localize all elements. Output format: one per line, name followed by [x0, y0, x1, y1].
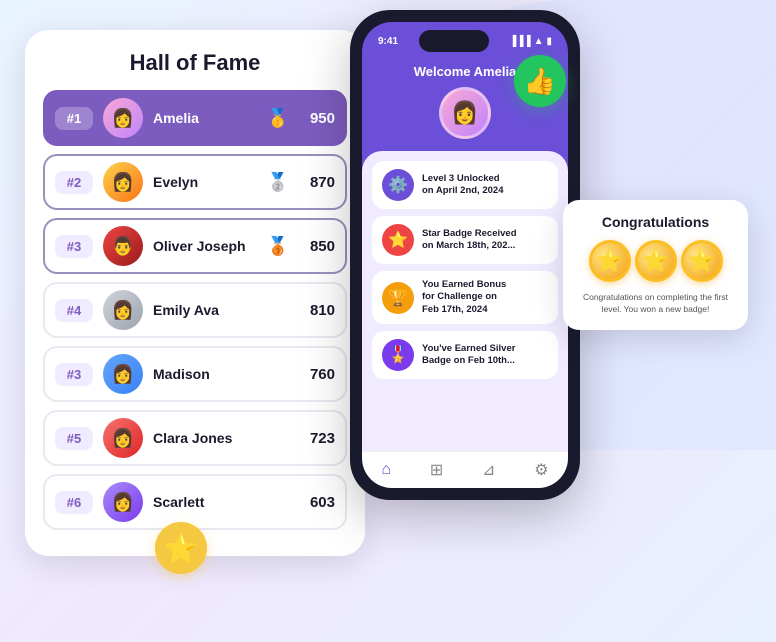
- activity-feed: ⚙️ Level 3 Unlockedon April 2nd, 2024 ⭐ …: [362, 151, 568, 451]
- hof-title: Hall of Fame: [43, 50, 347, 76]
- phone-time: 9:41: [378, 36, 398, 47]
- rank-badge: #4: [55, 299, 93, 322]
- rank-badge: #2: [55, 171, 93, 194]
- player-name: Clara Jones: [153, 430, 289, 446]
- silver-icon: 🎖️: [382, 339, 414, 371]
- rank-badge: #6: [55, 491, 93, 514]
- table-row[interactable]: #4 👩 Emily Ava 810: [43, 282, 347, 338]
- player-name: Scarlett: [153, 494, 289, 510]
- list-item[interactable]: 🏆 You Earned Bonusfor Challenge onFeb 17…: [372, 271, 558, 324]
- phone-notch: [419, 30, 489, 52]
- bonus-icon: 🏆: [382, 282, 414, 314]
- congrats-stars: ⭐ ⭐ ⭐: [575, 240, 736, 282]
- rank-badge: #3: [55, 363, 93, 386]
- signal-icon: ▐▐▐: [509, 36, 530, 47]
- feed-text: Star Badge Receivedon March 18th, 202...: [422, 228, 517, 253]
- player-score: 603: [299, 494, 335, 511]
- star-coin-1: ⭐: [589, 240, 631, 282]
- avatar: 👩: [103, 354, 143, 394]
- wifi-icon: ▲: [534, 36, 544, 47]
- congrats-title: Congratulations: [575, 214, 736, 230]
- player-name: Oliver Joseph: [153, 238, 257, 254]
- player-name: Amelia: [153, 110, 257, 126]
- congratulations-popup: Congratulations ⭐ ⭐ ⭐ Congratulations on…: [563, 200, 748, 330]
- player-score: 850: [299, 238, 335, 255]
- badge-icon: ⭐: [382, 224, 414, 256]
- list-item[interactable]: 🎖️ You've Earned SilverBadge on Feb 10th…: [372, 331, 558, 379]
- phone-status-icons: ▐▐▐ ▲ ▮: [509, 36, 552, 47]
- player-score: 870: [299, 174, 335, 191]
- status-bar: 9:41 ▐▐▐ ▲ ▮: [362, 22, 568, 56]
- star-coin-2: ⭐: [635, 240, 677, 282]
- settings-icon[interactable]: ⚙: [534, 460, 548, 480]
- player-score: 810: [299, 302, 335, 319]
- table-row[interactable]: #1 👩 Amelia 🥇 950: [43, 90, 347, 146]
- rank-badge: #1: [55, 107, 93, 130]
- rank-badge: #3: [55, 235, 93, 258]
- avatar: 👨: [103, 226, 143, 266]
- feed-text: You've Earned SilverBadge on Feb 10th...: [422, 343, 515, 368]
- avatar: 👩: [103, 482, 143, 522]
- table-row[interactable]: #6 👩 Scarlett 603: [43, 474, 347, 530]
- level-icon: ⚙️: [382, 169, 414, 201]
- hall-of-fame-card: Hall of Fame #1 👩 Amelia 🥇 950 #2 👩 Evel…: [25, 30, 365, 556]
- list-item[interactable]: ⭐ Star Badge Receivedon March 18th, 202.…: [372, 216, 558, 264]
- feed-text: You Earned Bonusfor Challenge onFeb 17th…: [422, 279, 506, 316]
- medal-icon: 🥉: [267, 236, 289, 257]
- table-row[interactable]: #3 👩 Madison 760: [43, 346, 347, 402]
- star-coin-3: ⭐: [681, 240, 723, 282]
- leaderboard-icon[interactable]: ⊿: [482, 460, 495, 480]
- player-score: 950: [299, 110, 335, 127]
- feed-text: Level 3 Unlockedon April 2nd, 2024: [422, 173, 503, 198]
- player-name: Madison: [153, 366, 289, 382]
- avatar: 👩: [103, 162, 143, 202]
- player-score: 760: [299, 366, 335, 383]
- table-row[interactable]: #3 👨 Oliver Joseph 🥉 850: [43, 218, 347, 274]
- list-item[interactable]: ⚙️ Level 3 Unlockedon April 2nd, 2024: [372, 161, 558, 209]
- avatar: 👩: [103, 290, 143, 330]
- medal-icon: 🥇: [267, 108, 289, 129]
- star-decoration: ⭐: [155, 522, 207, 574]
- table-row[interactable]: #2 👩 Evelyn 🥈 870: [43, 154, 347, 210]
- battery-icon: ▮: [546, 36, 552, 47]
- player-score: 723: [299, 430, 335, 447]
- medal-icon: 🥈: [267, 172, 289, 193]
- bottom-nav: ⌂ ⊞ ⊿ ⚙: [362, 451, 568, 488]
- thumbs-up-decoration: 👍: [514, 55, 566, 107]
- player-name: Evelyn: [153, 174, 257, 190]
- user-avatar: 👩: [439, 87, 491, 139]
- congrats-text: Congratulations on completing the first …: [575, 292, 736, 316]
- avatar: 👩: [103, 418, 143, 458]
- activity-icon[interactable]: ⊞: [430, 460, 443, 480]
- table-row[interactable]: #5 👩 Clara Jones 723: [43, 410, 347, 466]
- player-name: Emily Ava: [153, 302, 289, 318]
- home-icon[interactable]: ⌂: [381, 461, 391, 479]
- avatar: 👩: [103, 98, 143, 138]
- rank-badge: #5: [55, 427, 93, 450]
